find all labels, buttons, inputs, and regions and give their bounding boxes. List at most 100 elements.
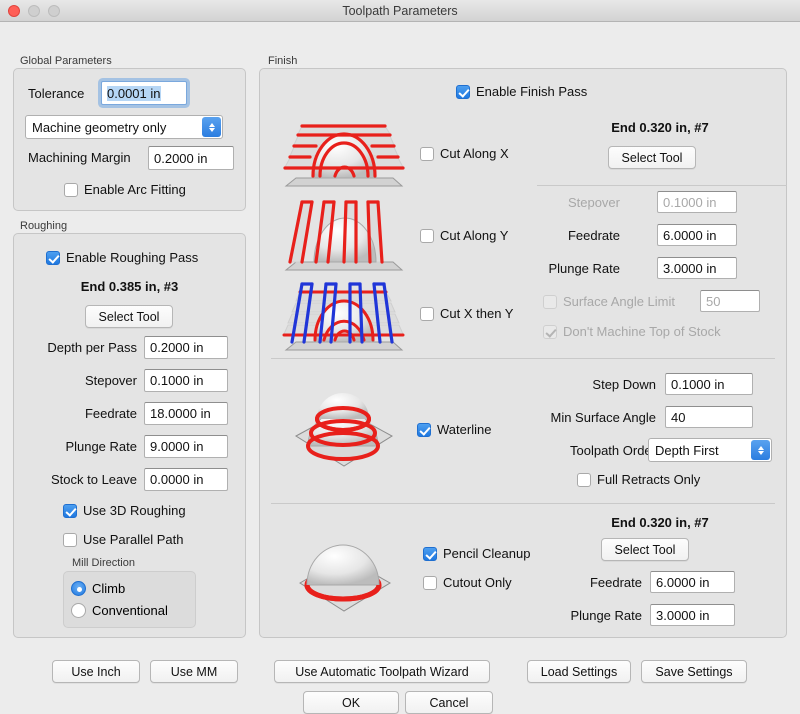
enable-finish-pass-checkbox[interactable]: Enable Finish Pass (456, 84, 587, 99)
close-button[interactable] (8, 5, 20, 17)
finish-stepover-input[interactable]: 0.1000 in (657, 191, 737, 213)
step-down-label: Step Down (592, 377, 656, 392)
chevron-updown-icon[interactable] (202, 117, 221, 137)
roughing-plunge-rate-value: 9.0000 in (150, 439, 204, 454)
checkbox-icon (46, 250, 60, 265)
pencil-plunge-rate-label: Plunge Rate (570, 608, 642, 623)
dialog-content: Global Parameters Tolerance 0.0001 in Ma… (0, 22, 800, 714)
cut-along-x-label: Cut Along X (440, 146, 509, 161)
roughing-select-tool-button[interactable]: Select Tool (85, 305, 173, 328)
mill-direction-conventional-label: Conventional (92, 603, 168, 618)
finish-divider-2 (271, 358, 775, 359)
cut-along-y-checkbox[interactable]: Cut Along Y (420, 228, 508, 243)
enable-arc-fitting-label: Enable Arc Fitting (84, 182, 186, 197)
tolerance-value: 0.0001 in (107, 85, 161, 101)
checkbox-icon (420, 228, 434, 243)
use-3d-roughing-checkbox[interactable]: Use 3D Roughing (63, 503, 186, 518)
cut-x-then-y-checkbox[interactable]: Cut X then Y (420, 306, 513, 321)
roughing-stock-to-leave-value: 0.0000 in (150, 472, 204, 487)
checkbox-icon (63, 532, 77, 547)
mill-direction-conventional-radio[interactable]: Conventional (71, 603, 168, 618)
min-surface-angle-input[interactable]: 40 (665, 406, 753, 428)
pencil-plunge-rate-value: 3.0000 in (656, 607, 710, 623)
save-settings-button[interactable]: Save Settings (641, 660, 747, 683)
roughing-stepover-value: 0.1000 in (150, 373, 204, 388)
mill-direction-label: Mill Direction (72, 557, 135, 569)
roughing-feedrate-label: Feedrate (84, 406, 137, 421)
enable-finish-pass-label: Enable Finish Pass (476, 84, 588, 99)
roughing-depth-per-pass-input[interactable]: 0.2000 in (144, 336, 228, 359)
mill-direction-climb-radio[interactable]: Climb (71, 581, 125, 596)
pencil-feedrate-value: 6.0000 in (656, 574, 710, 590)
checkbox-icon (577, 472, 591, 487)
pencil-cleanup-checkbox[interactable]: Pencil Cleanup (423, 546, 530, 561)
roughing-stock-to-leave-input[interactable]: 0.0000 in (144, 468, 228, 491)
pencil-tool-text: End 0.320 in, #7 (611, 515, 709, 530)
chevron-updown-icon[interactable] (751, 440, 770, 460)
radio-icon (71, 603, 86, 618)
surface-angle-limit-value: 50 (706, 293, 721, 309)
enable-roughing-pass-checkbox[interactable]: Enable Roughing Pass (46, 250, 198, 265)
finish-select-tool-button[interactable]: Select Tool (608, 146, 696, 169)
use-inch-button[interactable]: Use Inch (52, 660, 140, 683)
automatic-toolpath-wizard-button[interactable]: Use Automatic Toolpath Wizard (274, 660, 490, 683)
load-settings-button[interactable]: Load Settings (527, 660, 631, 683)
checkbox-icon (543, 324, 557, 339)
checkbox-icon (423, 575, 437, 590)
maximize-button[interactable] (48, 5, 60, 17)
toolpath-order-select[interactable]: Depth First (648, 438, 772, 462)
ok-button[interactable]: OK (303, 691, 399, 714)
checkbox-icon (456, 84, 470, 99)
roughing-plunge-rate-label: Plunge Rate (65, 439, 137, 454)
window-titlebar: Toolpath Parameters (0, 0, 800, 22)
checkbox-icon (64, 182, 78, 197)
cutout-only-checkbox[interactable]: Cutout Only (423, 575, 512, 590)
step-down-input[interactable]: 0.1000 in (665, 373, 753, 395)
roughing-depth-per-pass-label: Depth per Pass (47, 340, 137, 355)
pencil-select-tool-button[interactable]: Select Tool (601, 538, 689, 561)
finish-plunge-rate-value: 3.0000 in (663, 260, 717, 276)
finish-group-label: Finish (268, 55, 298, 67)
waterline-checkbox[interactable]: Waterline (417, 422, 491, 437)
pencil-feedrate-input[interactable]: 6.0000 in (650, 571, 735, 593)
dont-machine-top-of-stock-checkbox[interactable]: Don't Machine Top of Stock (543, 324, 721, 339)
pencil-plunge-rate-input[interactable]: 3.0000 in (650, 604, 735, 626)
roughing-plunge-rate-input[interactable]: 9.0000 in (144, 435, 228, 458)
checkbox-icon (420, 146, 434, 161)
traffic-lights (8, 5, 60, 17)
surface-angle-limit-input[interactable]: 50 (700, 290, 760, 312)
checkbox-icon (417, 422, 431, 437)
machining-margin-input[interactable]: 0.2000 in (148, 146, 234, 170)
roughing-tool-text: End 0.385 in, #3 (80, 279, 179, 294)
roughing-feedrate-input[interactable]: 18.0000 in (144, 402, 228, 425)
use-parallel-path-label: Use Parallel Path (83, 532, 184, 547)
finish-plunge-rate-input[interactable]: 3.0000 in (657, 257, 737, 279)
cut-x-then-y-label: Cut X then Y (440, 306, 514, 321)
finish-feedrate-input[interactable]: 6.0000 in (657, 224, 737, 246)
use-parallel-path-checkbox[interactable]: Use Parallel Path (63, 532, 183, 547)
use-3d-roughing-label: Use 3D Roughing (83, 503, 186, 518)
toolpath-order-label: Toolpath Order (570, 443, 656, 458)
cutout-only-label: Cutout Only (443, 575, 512, 590)
tolerance-input[interactable]: 0.0001 in (101, 81, 187, 105)
cut-x-then-y-preview (272, 274, 415, 354)
roughing-stepover-input[interactable]: 0.1000 in (144, 369, 228, 392)
surface-angle-limit-checkbox[interactable]: Surface Angle Limit (543, 294, 675, 309)
machining-margin-value: 0.2000 in (154, 150, 208, 166)
use-mm-button[interactable]: Use MM (150, 660, 238, 683)
roughing-stepover-label: Stepover (84, 373, 137, 388)
checkbox-icon (423, 546, 437, 561)
full-retracts-only-checkbox[interactable]: Full Retracts Only (577, 472, 700, 487)
cut-along-x-checkbox[interactable]: Cut Along X (420, 146, 509, 161)
cut-along-y-preview (272, 188, 415, 274)
waterline-label: Waterline (437, 422, 492, 437)
tolerance-label: Tolerance (28, 86, 85, 101)
waterline-preview (272, 374, 415, 478)
geometry-mode-value: Machine geometry only (32, 119, 167, 135)
cancel-button[interactable]: Cancel (405, 691, 493, 714)
toolpath-order-value: Depth First (655, 442, 719, 458)
enable-arc-fitting-checkbox[interactable]: Enable Arc Fitting (64, 182, 186, 197)
geometry-mode-select[interactable]: Machine geometry only (25, 115, 223, 139)
minimize-button[interactable] (28, 5, 40, 17)
enable-roughing-pass-label: Enable Roughing Pass (66, 250, 199, 265)
